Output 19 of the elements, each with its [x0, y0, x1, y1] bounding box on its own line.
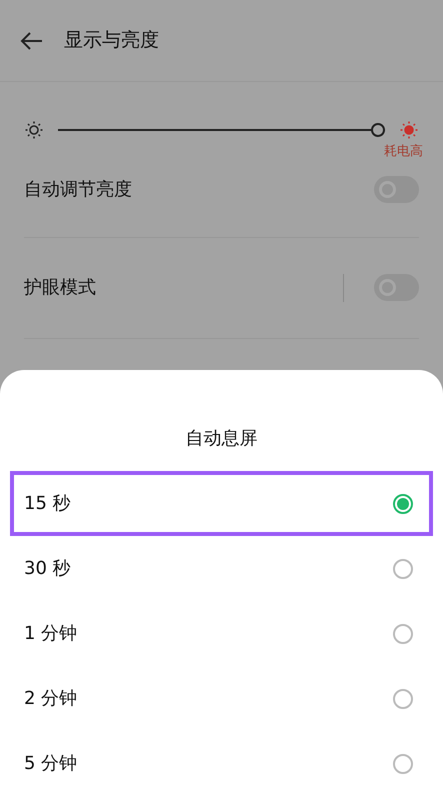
option-row[interactable]: 2 分钟 [10, 666, 433, 731]
option-row[interactable]: 15 秒 [10, 471, 433, 536]
setting-label: 自动调节亮度 [24, 178, 132, 202]
radio-button[interactable] [393, 494, 413, 514]
radio-button[interactable] [393, 754, 413, 774]
warning-label: 耗电高 [384, 143, 423, 161]
sun-icon [399, 120, 419, 140]
sheet-title: 自动息屏 [186, 427, 258, 451]
radio-button[interactable] [393, 688, 413, 708]
radio-button[interactable] [393, 624, 413, 644]
page-title: 显示与亮度 [64, 28, 159, 54]
brightness-slider[interactable] [58, 123, 385, 137]
option-row[interactable]: 1 分钟 [10, 601, 433, 666]
back-arrow-icon[interactable] [20, 30, 44, 50]
option-row[interactable]: 5 分钟 [10, 731, 433, 794]
option-row[interactable]: 30 秒 [10, 536, 433, 601]
radio-button[interactable] [393, 558, 413, 578]
setting-label: 护眼模式 [24, 276, 96, 300]
sun-icon [24, 120, 44, 140]
